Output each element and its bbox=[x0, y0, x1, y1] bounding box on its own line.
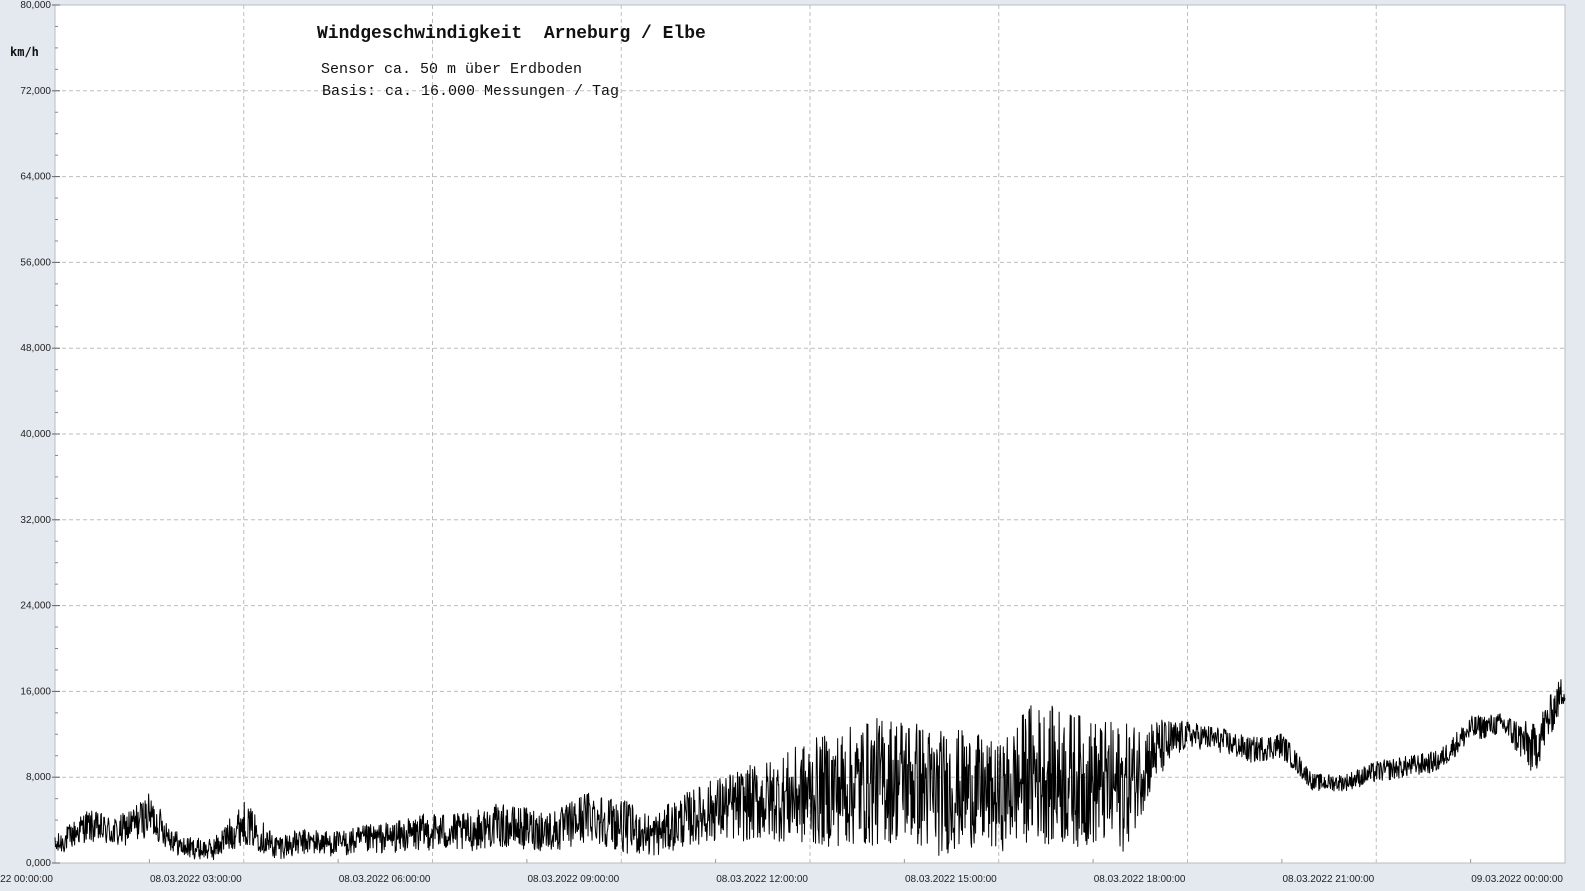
x-tick-label: 08.03.2022 21:00:00 bbox=[1282, 874, 1374, 885]
y-tick-label: 8,000 bbox=[26, 772, 51, 783]
subtitle-basis: Basis: ca. 16.000 Messungen / Tag bbox=[322, 83, 619, 100]
y-axis: 0,000 8,000 16,000 24,000 32,000 40,000 48,000… bbox=[20, 0, 60, 869]
y-tick-label: 24,000 bbox=[20, 601, 51, 612]
y-tick-label: 16,000 bbox=[20, 686, 51, 697]
x-tick-label: 08.03.2022 18:00:00 bbox=[1094, 874, 1186, 885]
y-tick-label: 0,000 bbox=[26, 858, 51, 869]
chart-title: Windgeschwindigkeit Arneburg / Elbe bbox=[317, 24, 706, 44]
y-tick-label: 80,000 bbox=[20, 0, 51, 11]
x-tick-label: 09.03.2022 00:00:00 bbox=[1471, 874, 1563, 885]
x-tick-label: 08.03.2022 03:00:00 bbox=[150, 874, 242, 885]
x-tick-label: 08.03.2022 09:00:00 bbox=[527, 874, 619, 885]
y-tick-label: 72,000 bbox=[20, 86, 51, 97]
y-tick-label: 64,000 bbox=[20, 172, 51, 183]
y-tick-label: 40,000 bbox=[20, 429, 51, 440]
y-tick-label: 56,000 bbox=[20, 257, 51, 268]
x-tick-label: 08.03.2022 15:00:00 bbox=[905, 874, 997, 885]
x-tick-label: 08.03.2022 00:00:00 bbox=[0, 874, 53, 885]
y-tick-label: 32,000 bbox=[20, 515, 51, 526]
subtitle-sensor: Sensor ca. 50 m über Erdboden bbox=[321, 61, 582, 78]
y-tick-label: 48,000 bbox=[20, 343, 51, 354]
chart: 0,000 8,000 16,000 24,000 32,000 40,000 48,000… bbox=[0, 0, 1585, 891]
chart-svg: 0,000 8,000 16,000 24,000 32,000 40,000 48,000… bbox=[0, 0, 1566, 885]
x-tick-label: 08.03.2022 12:00:00 bbox=[716, 874, 808, 885]
y-axis-label: km/h bbox=[10, 45, 39, 59]
x-tick-label: 08.03.2022 06:00:00 bbox=[339, 874, 431, 885]
